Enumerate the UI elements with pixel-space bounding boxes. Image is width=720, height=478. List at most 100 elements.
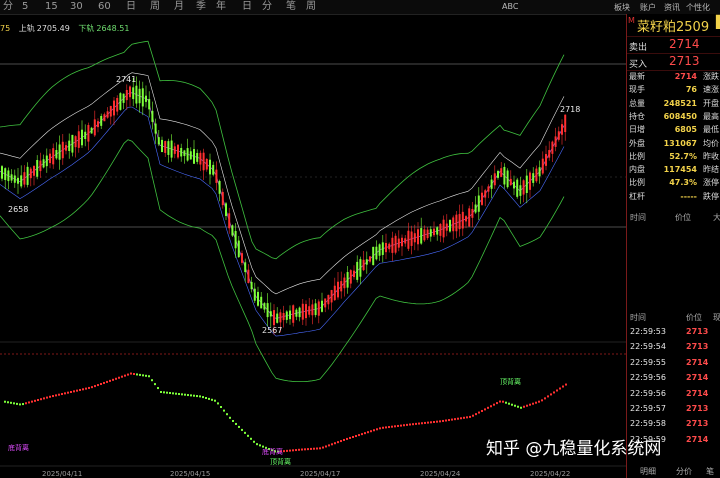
tick-time: 22:59:57 <box>630 404 666 413</box>
indicator-dot <box>391 425 393 428</box>
indicator-dot <box>64 392 66 395</box>
candle-body <box>484 190 487 198</box>
indicator-dot <box>244 431 246 434</box>
candle-body <box>391 237 394 253</box>
indicator-dot <box>31 400 33 403</box>
personalize-menu[interactable]: 个性化 <box>686 2 710 13</box>
indicator-dot <box>229 416 231 419</box>
indicator-dot <box>205 397 207 399</box>
indicator-dot <box>157 387 159 390</box>
quote-label: 持仓 <box>629 111 645 121</box>
period-tab[interactable]: 60 <box>98 1 111 13</box>
candle-body <box>330 290 333 303</box>
indicator-dot <box>538 400 540 403</box>
candle-body <box>394 235 397 253</box>
indicator-dot <box>145 374 147 377</box>
indicator-dot <box>385 426 387 429</box>
indicator-dot <box>520 406 522 409</box>
indicator-dot <box>49 395 51 398</box>
candle-body <box>324 298 327 308</box>
tick-price: 2714 <box>686 373 709 383</box>
candle-body <box>356 261 359 280</box>
symbol-header[interactable]: M 菜籽粕2509 ▌ <box>627 14 720 35</box>
period-tab[interactable]: 日 <box>242 1 252 13</box>
period-tab[interactable]: 周 <box>306 1 316 13</box>
candle-body <box>103 114 106 122</box>
candle-body <box>17 177 19 184</box>
indicator-dot <box>61 393 63 396</box>
candle-body <box>263 303 266 310</box>
indicator-dot <box>454 418 456 421</box>
indicator-dot <box>259 444 261 447</box>
buy-row[interactable]: 买入 2713 <box>627 54 720 71</box>
quote-value: 248521 <box>663 98 697 108</box>
candle-body <box>417 229 419 245</box>
candle-body <box>461 211 464 229</box>
tab-price-split[interactable]: 分价 <box>676 466 692 477</box>
tick-time: 22:59:56 <box>630 388 666 398</box>
period-tab[interactable]: 分 <box>262 1 272 13</box>
candle-body <box>337 281 339 298</box>
candle-body <box>225 203 227 216</box>
period-tab[interactable]: 日 <box>126 1 136 13</box>
indicator-dot <box>505 401 507 404</box>
candle-body <box>532 173 535 183</box>
period-tab[interactable]: 30 <box>70 1 83 13</box>
period-tab[interactable]: 周 <box>150 1 160 13</box>
news-menu[interactable]: 资讯 <box>664 2 680 13</box>
candle-body <box>49 153 51 164</box>
kline-chart[interactable]: 2741265825672718底背离 底背离顶背离顶背离2025/04/11 20… <box>0 14 626 478</box>
candle-body <box>385 242 387 253</box>
indicator-dot <box>118 376 120 379</box>
candle-body <box>513 181 515 189</box>
tab-detail[interactable]: 明细 <box>640 466 656 477</box>
indicator-dot <box>232 419 234 422</box>
candle-body <box>362 259 365 271</box>
watermark-text: 知乎 @九稳量化系统网 <box>486 439 662 459</box>
price-annotation: 2718 <box>560 105 580 114</box>
candle-body <box>429 229 432 237</box>
candle-body <box>305 304 307 319</box>
indicator-dot <box>448 419 450 422</box>
indicator-dot <box>16 402 18 405</box>
candle-body <box>68 140 71 152</box>
candle-body <box>554 136 557 147</box>
period-tab[interactable]: 5 <box>22 1 28 13</box>
indicator-dot <box>535 401 537 404</box>
period-tab[interactable]: 15 <box>45 1 58 13</box>
sell-row[interactable]: 卖出 2714 <box>627 36 720 54</box>
quote-right-label: 均价 <box>703 138 719 148</box>
abc-button[interactable]: ABC <box>502 2 518 11</box>
indicator-dot <box>70 391 72 393</box>
candle-body <box>205 158 208 170</box>
indicator-dot <box>40 398 42 401</box>
period-tab[interactable]: 分 <box>3 1 13 13</box>
quote-value: 6805 <box>674 125 697 135</box>
tab-stroke[interactable]: 笔 <box>706 466 714 477</box>
x-tick-label: 2025/04/24 <box>420 470 461 478</box>
indicator-dot <box>202 396 204 399</box>
period-tab[interactable]: 笔 <box>286 1 296 13</box>
indicator-dot <box>403 424 405 427</box>
indicator-dot <box>301 448 303 451</box>
indicator-dot <box>373 429 375 432</box>
account-menu[interactable]: 账户 <box>640 2 656 13</box>
period-tab[interactable]: 季 <box>196 1 206 13</box>
candle-body <box>97 121 99 128</box>
indicator-dot <box>331 443 333 446</box>
indicator-dot <box>340 440 342 443</box>
quote-row: 内盘 117454 昨结 <box>627 164 720 176</box>
indicator-dot <box>346 437 348 440</box>
candle-body <box>490 179 493 189</box>
candle-body <box>52 148 55 165</box>
indicator-dot <box>547 395 549 398</box>
sector-menu[interactable]: 板块 <box>614 2 630 13</box>
candle-body <box>58 144 61 160</box>
period-tab[interactable]: 月 <box>174 1 184 13</box>
indicator-dot <box>559 387 561 390</box>
indicator-dot <box>37 399 39 402</box>
upper-band-value: 2705.49 <box>36 24 70 33</box>
period-tab[interactable]: 年 <box>216 1 226 13</box>
quote-value: 608450 <box>663 111 697 121</box>
indicator-dot <box>79 388 81 391</box>
